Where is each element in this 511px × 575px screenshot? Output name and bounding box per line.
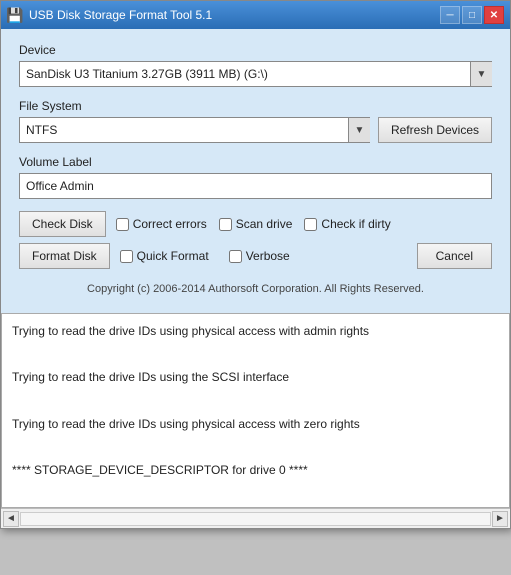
close-button[interactable]: ✕ [484,6,504,24]
scroll-track-horizontal[interactable] [20,512,491,526]
log-area[interactable]: Trying to read the drive IDs using physi… [1,313,510,508]
correct-errors-checkbox[interactable] [116,218,129,231]
log-line: Trying to read the drive IDs using physi… [12,322,499,341]
title-bar-left: 💾 USB Disk Storage Format Tool 5.1 [7,7,212,23]
quick-format-checkbox[interactable] [120,250,133,263]
minimize-button[interactable]: ─ [440,6,460,24]
volume-label-group: Volume Label [19,155,492,199]
window-title: USB Disk Storage Format Tool 5.1 [29,8,212,22]
volume-label-input[interactable] [19,173,492,199]
scroll-left-button[interactable]: ◄ [3,511,19,527]
cancel-button[interactable]: Cancel [417,243,492,269]
title-bar: 💾 USB Disk Storage Format Tool 5.1 ─ □ ✕ [1,1,510,29]
device-group: Device SanDisk U3 Titanium 3.27GB (3911 … [19,43,492,87]
volume-label-label: Volume Label [19,155,492,169]
correct-errors-item[interactable]: Correct errors [116,217,207,231]
correct-errors-label: Correct errors [133,217,207,231]
scan-drive-item[interactable]: Scan drive [219,217,293,231]
quick-format-item[interactable]: Quick Format [120,249,209,263]
log-line: **** STORAGE_DEVICE_DESCRIPTOR for drive… [12,461,499,480]
file-system-group: File System NTFS FAT32 FAT exFAT ▼ Refre… [19,99,492,143]
scan-drive-label: Scan drive [236,217,293,231]
main-window: 💾 USB Disk Storage Format Tool 5.1 ─ □ ✕… [0,0,511,529]
device-label: Device [19,43,492,57]
log-line [12,438,499,457]
verbose-label: Verbose [246,249,290,263]
app-icon: 💾 [7,7,23,23]
horizontal-scrollbar: ◄ ► [1,508,510,528]
scan-drive-checkbox[interactable] [219,218,232,231]
file-system-select-wrap: NTFS FAT32 FAT exFAT ▼ [19,117,370,143]
quick-format-label: Quick Format [137,249,209,263]
file-system-label: File System [19,99,492,113]
check-if-dirty-checkbox[interactable] [304,218,317,231]
device-select-wrapper: SanDisk U3 Titanium 3.27GB (3911 MB) (G:… [19,61,492,87]
file-system-select[interactable]: NTFS FAT32 FAT exFAT [19,117,370,143]
refresh-devices-button[interactable]: Refresh Devices [378,117,492,143]
maximize-button[interactable]: □ [462,6,482,24]
file-system-row: NTFS FAT32 FAT exFAT ▼ Refresh Devices [19,117,492,143]
title-bar-buttons: ─ □ ✕ [440,6,504,24]
log-line [12,345,499,364]
format-row: Format Disk Quick Format Verbose Cancel [19,243,492,269]
log-line: Trying to read the drive IDs using physi… [12,415,499,434]
scroll-right-button[interactable]: ► [492,511,508,527]
check-if-dirty-item[interactable]: Check if dirty [304,217,390,231]
device-select[interactable]: SanDisk U3 Titanium 3.27GB (3911 MB) (G:… [19,61,492,87]
check-disk-button[interactable]: Check Disk [19,211,106,237]
verbose-item[interactable]: Verbose [229,249,290,263]
check-disk-row: Check Disk Correct errors Scan drive Che… [19,211,492,237]
main-content: Device SanDisk U3 Titanium 3.27GB (3911 … [1,29,510,313]
check-if-dirty-label: Check if dirty [321,217,390,231]
log-line [12,392,499,411]
format-disk-button[interactable]: Format Disk [19,243,110,269]
log-line: Trying to read the drive IDs using the S… [12,368,499,387]
verbose-checkbox[interactable] [229,250,242,263]
copyright-text: Copyright (c) 2006-2014 Authorsoft Corpo… [19,277,492,303]
